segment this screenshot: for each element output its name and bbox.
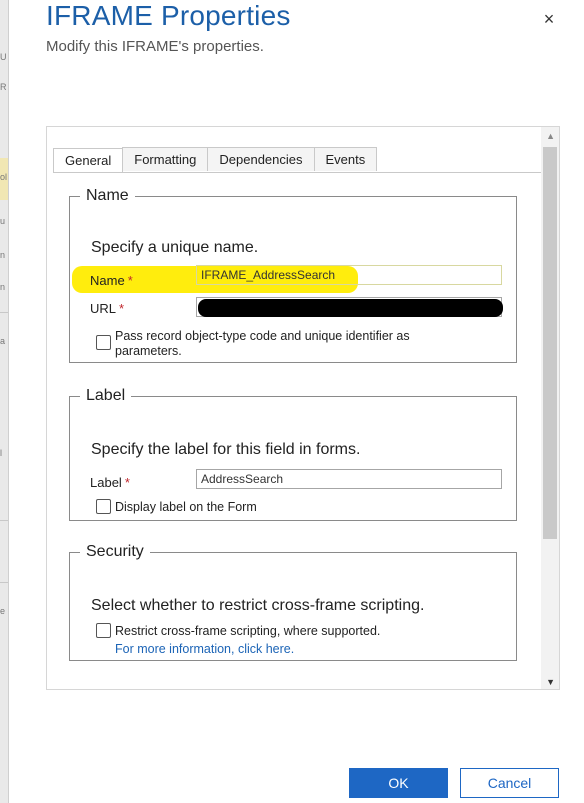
background-page-strip: U R ol u n n a l e	[0, 0, 9, 803]
dialog-subtitle: Modify this IFRAME's properties.	[46, 38, 264, 55]
label-field[interactable]: AddressSearch	[196, 469, 502, 489]
tab-formatting[interactable]: Formatting	[122, 147, 209, 171]
display-label-text: Display label on the Form	[115, 500, 257, 514]
tab-dependencies[interactable]: Dependencies	[207, 147, 315, 171]
background-fragment: R	[0, 82, 7, 92]
vertical-scrollbar[interactable]: ▲ ▼	[541, 127, 559, 689]
close-icon[interactable]: ×	[538, 8, 560, 30]
name-field[interactable]: IFRAME_AddressSearch	[196, 265, 502, 285]
scroll-down-icon[interactable]: ▼	[546, 677, 555, 687]
required-marker: *	[124, 475, 130, 490]
scroll-thumb[interactable]	[543, 147, 557, 539]
tab-strip: General Formatting Dependencies Events	[53, 147, 378, 172]
tab-events[interactable]: Events	[313, 147, 378, 171]
pass-params-label: Pass record object-type code and unique …	[115, 329, 410, 358]
display-label-checkbox[interactable]	[96, 499, 111, 514]
background-divider	[0, 312, 8, 313]
pass-params-checkbox[interactable]	[96, 335, 111, 350]
restrict-scripting-label: Restrict cross-frame scripting, where su…	[115, 624, 381, 638]
name-section-hint: Specify a unique name.	[91, 239, 259, 256]
tab-general[interactable]: General	[53, 148, 124, 172]
scroll-up-icon[interactable]: ▲	[546, 131, 555, 141]
dialog-title: IFRAME Properties	[46, 0, 291, 31]
background-fragment: n	[0, 250, 6, 260]
security-section-legend: Security	[86, 543, 144, 560]
label-section-hint: Specify the label for this field in form…	[91, 441, 361, 458]
label-field-label: Label *	[90, 475, 130, 490]
tab-divider	[53, 172, 541, 173]
properties-frame: General Formatting Dependencies Events N…	[46, 126, 560, 690]
url-redaction	[198, 299, 503, 317]
background-fragment: ol	[0, 172, 8, 182]
cancel-button[interactable]: Cancel	[460, 768, 559, 798]
name-field-label: Name *	[90, 273, 133, 288]
label-section: Label Specify the label for this field i…	[69, 387, 517, 521]
ok-button[interactable]: OK	[349, 768, 448, 798]
name-section-legend: Name	[86, 187, 129, 204]
background-divider	[0, 520, 8, 521]
background-fragment: U	[0, 52, 7, 62]
background-fragment: n	[0, 282, 6, 292]
background-fragment: e	[0, 606, 6, 616]
restrict-scripting-checkbox[interactable]	[96, 623, 111, 638]
required-marker: *	[127, 273, 133, 288]
background-divider	[0, 582, 8, 583]
label-section-legend: Label	[86, 387, 126, 404]
url-field-label: URL *	[90, 301, 125, 316]
required-marker: *	[119, 301, 125, 316]
security-section-hint: Select whether to restrict cross-frame s…	[91, 597, 425, 614]
name-section: Name Specify a unique name. Name * IFRAME…	[69, 187, 517, 363]
security-section: Security Select whether to restrict cros…	[69, 543, 517, 661]
background-fragment: l	[0, 448, 2, 458]
background-fragment: u	[0, 216, 6, 226]
background-fragment: a	[0, 336, 6, 346]
more-info-link[interactable]: For more information, click here.	[115, 642, 294, 656]
